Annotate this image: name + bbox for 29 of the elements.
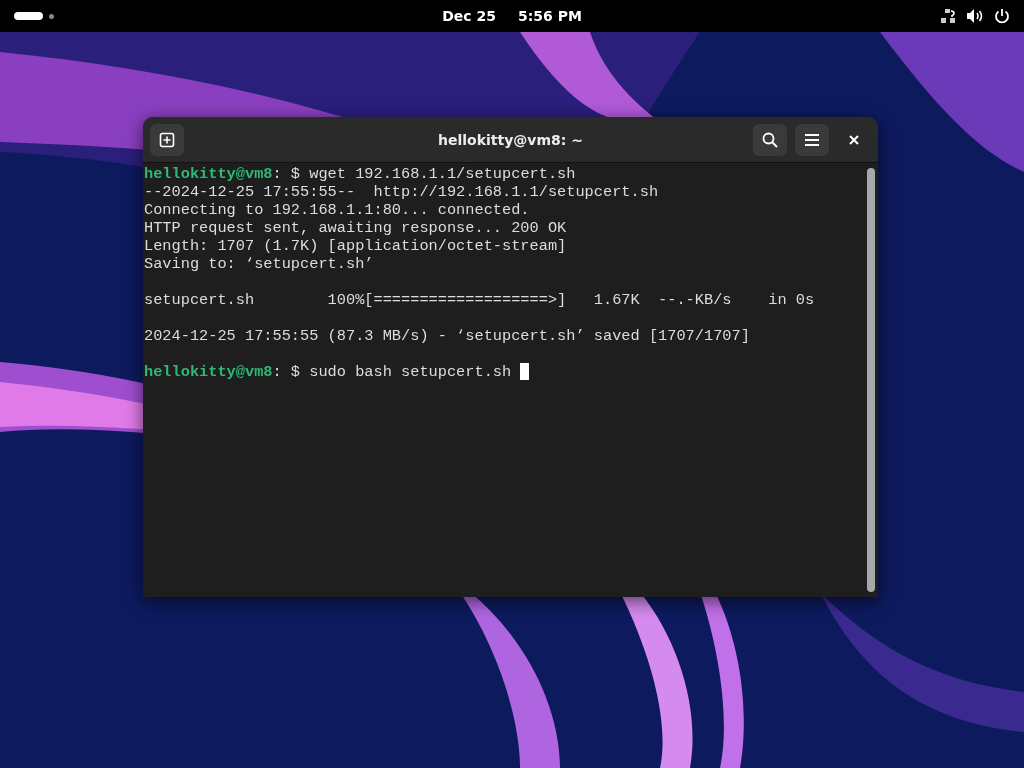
volume-icon[interactable] (966, 8, 984, 24)
search-icon (762, 131, 778, 148)
new-tab-button[interactable] (150, 123, 184, 156)
output-line: Saving to: ‘setupcert.sh’ (144, 255, 374, 273)
scrollbar-thumb[interactable] (867, 168, 875, 592)
workspace-dot[interactable] (49, 13, 54, 19)
network-unknown-icon[interactable] (940, 8, 956, 24)
output-line: --2024-12-25 17:55:55-- http://192.168.1.1/setupcert.sh (144, 183, 659, 201)
search-button[interactable] (753, 123, 787, 156)
power-icon[interactable] (994, 8, 1010, 24)
time-label: 5:56 PM (517, 8, 582, 24)
output-line: setupcert.sh 100%[===================>] 1.67K --.-KB/s in 0s (144, 291, 815, 309)
output-line: HTTP request sent, awaiting response... 200 OK (144, 219, 567, 237)
prompt-user: hellokitty@vm8 (144, 165, 273, 183)
output-line: Connecting to 192.168.1.1:80... connected. (144, 201, 530, 219)
window-title: hellokitty@vm8: ~ (438, 131, 583, 148)
menu-button[interactable] (795, 123, 829, 156)
command-text: wget 192.168.1.1/setupcert.sh (309, 165, 576, 183)
output-line: Length: 1707 (1.7K) [application/octet-stream] (144, 237, 567, 255)
close-icon (848, 133, 860, 146)
command-text: sudo bash setupcert.sh (309, 363, 512, 381)
output-line: 2024-12-25 17:55:55 (87.3 MB/s) - ‘setupcert.sh’ saved [1707/1707] (144, 327, 750, 345)
menu-icon (804, 132, 820, 147)
add-tab-icon (159, 131, 175, 148)
prompt-symbol: : $ (272, 165, 301, 183)
prompt-symbol: : $ (272, 363, 301, 381)
date-label: Dec 25 (442, 8, 496, 24)
prompt-user: hellokitty@vm8 (144, 363, 273, 381)
activities-indicator[interactable] (14, 12, 43, 20)
